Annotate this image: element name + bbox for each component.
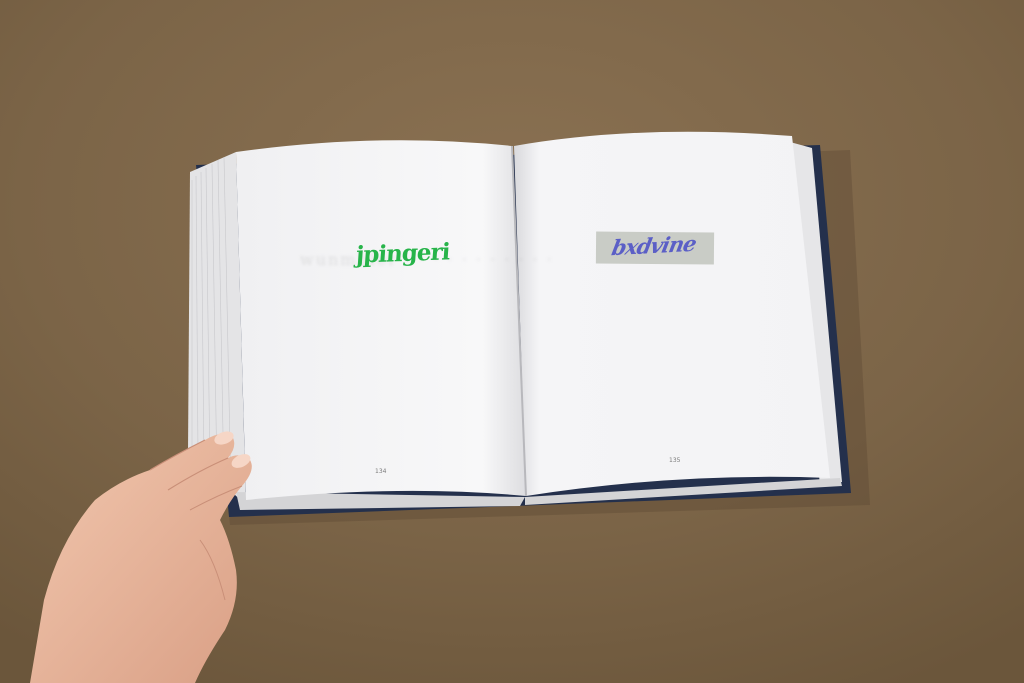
left-page-captcha-word: jpingeri — [355, 238, 451, 269]
left-page — [236, 140, 526, 500]
book-illustration — [0, 0, 1024, 683]
photo-scene: wunmbler · · · · · · · · · · · jpingeri … — [0, 0, 1024, 683]
right-page-captcha-word: bxdvine — [609, 230, 699, 261]
right-page-number: 135 — [669, 457, 681, 464]
left-page-number: 134 — [375, 468, 387, 475]
right-page — [514, 131, 830, 496]
